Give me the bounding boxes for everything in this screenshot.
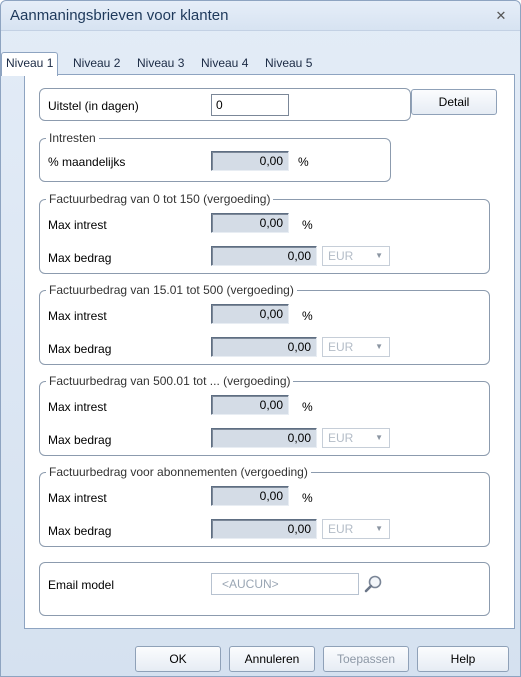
max-bedrag-label: Max bedrag xyxy=(48,524,112,538)
max-bedrag-field[interactable]: 0,00 xyxy=(211,337,317,357)
percent-unit: % xyxy=(302,309,313,323)
max-intrest-label: Max intrest xyxy=(48,309,107,323)
max-bedrag-label: Max bedrag xyxy=(48,251,112,265)
group-legend: Factuurbedrag van 0 tot 150 (vergoeding) xyxy=(46,192,274,206)
tab-niveau-2[interactable]: Niveau 2 xyxy=(69,53,124,75)
currency-select[interactable]: EUR ▼ xyxy=(322,519,390,539)
tab-niveau-3[interactable]: Niveau 3 xyxy=(133,53,188,75)
currency-value: EUR xyxy=(328,249,354,263)
max-intrest-label: Max intrest xyxy=(48,218,107,232)
currency-value: EUR xyxy=(328,340,354,354)
chevron-down-icon: ▼ xyxy=(375,524,383,533)
group-legend: Factuurbedrag voor abonnementen (vergoed… xyxy=(46,465,311,479)
currency-select[interactable]: EUR ▼ xyxy=(322,246,390,266)
factuur-group-2: Factuurbedrag van 15.01 tot 500 (vergoed… xyxy=(39,283,490,365)
detail-button[interactable]: Detail xyxy=(411,89,497,115)
window-title: Aanmaningsbrieven voor klanten xyxy=(10,7,229,24)
chevron-down-icon: ▼ xyxy=(375,251,383,260)
max-intrest-label: Max intrest xyxy=(48,491,107,505)
maandelijks-field[interactable]: 0,00 xyxy=(211,151,289,171)
factuur-group-1: Factuurbedrag van 0 tot 150 (vergoeding)… xyxy=(39,192,490,274)
max-bedrag-field[interactable]: 0,00 xyxy=(211,519,317,539)
email-model-label: Email model xyxy=(48,578,115,592)
email-model-field[interactable]: <AUCUN> xyxy=(211,573,359,595)
chevron-down-icon: ▼ xyxy=(375,342,383,351)
intresten-legend: Intresten xyxy=(46,131,99,145)
tab-niveau-5[interactable]: Niveau 5 xyxy=(261,53,316,75)
currency-select[interactable]: EUR ▼ xyxy=(322,337,390,357)
factuur-group-4: Factuurbedrag voor abonnementen (vergoed… xyxy=(39,465,490,547)
chevron-down-icon: ▼ xyxy=(375,433,383,442)
uitstel-input[interactable]: 0 xyxy=(211,94,289,116)
max-bedrag-field[interactable]: 0,00 xyxy=(211,428,317,448)
percent-unit: % xyxy=(302,491,313,505)
uitstel-label: Uitstel (in dagen) xyxy=(48,99,139,113)
uitstel-box: Uitstel (in dagen) 0 xyxy=(39,88,411,121)
max-intrest-field[interactable]: 0,00 xyxy=(211,395,289,415)
max-intrest-field[interactable]: 0,00 xyxy=(211,213,289,233)
max-bedrag-label: Max bedrag xyxy=(48,433,112,447)
max-intrest-field[interactable]: 0,00 xyxy=(211,486,289,506)
factuur-group-3: Factuurbedrag van 500.01 tot ... (vergoe… xyxy=(39,374,490,456)
search-icon[interactable] xyxy=(362,573,386,595)
toepassen-button[interactable]: Toepassen xyxy=(323,646,409,672)
group-legend: Factuurbedrag van 15.01 tot 500 (vergoed… xyxy=(46,283,297,297)
ok-button[interactable]: OK xyxy=(135,646,221,672)
help-button[interactable]: Help xyxy=(417,646,509,672)
percent-unit: % xyxy=(302,400,313,414)
currency-value: EUR xyxy=(328,522,354,536)
max-bedrag-label: Max bedrag xyxy=(48,342,112,356)
close-icon[interactable]: ✕ xyxy=(494,9,508,23)
title-bar: Aanmaningsbrieven voor klanten ✕ xyxy=(1,1,520,31)
annuleren-button[interactable]: Annuleren xyxy=(229,646,315,672)
email-model-box: Email model <AUCUN> xyxy=(39,562,490,616)
group-legend: Factuurbedrag van 500.01 tot ... (vergoe… xyxy=(46,374,294,388)
max-bedrag-field[interactable]: 0,00 xyxy=(211,246,317,266)
currency-select[interactable]: EUR ▼ xyxy=(322,428,390,448)
intresten-group: Intresten % maandelijks 0,00 % xyxy=(39,131,391,182)
currency-value: EUR xyxy=(328,431,354,445)
tab-panel: Uitstel (in dagen) 0 Detail Intresten % … xyxy=(24,74,515,629)
tab-niveau-1[interactable]: Niveau 1 xyxy=(1,52,59,76)
max-intrest-label: Max intrest xyxy=(48,400,107,414)
tab-niveau-4[interactable]: Niveau 4 xyxy=(197,53,252,75)
percent-unit: % xyxy=(298,155,309,169)
percent-unit: % xyxy=(302,218,313,232)
max-intrest-field[interactable]: 0,00 xyxy=(211,304,289,324)
maandelijks-label: % maandelijks xyxy=(48,155,126,169)
dialog-window: Aanmaningsbrieven voor klanten ✕ Niveau … xyxy=(0,0,521,677)
